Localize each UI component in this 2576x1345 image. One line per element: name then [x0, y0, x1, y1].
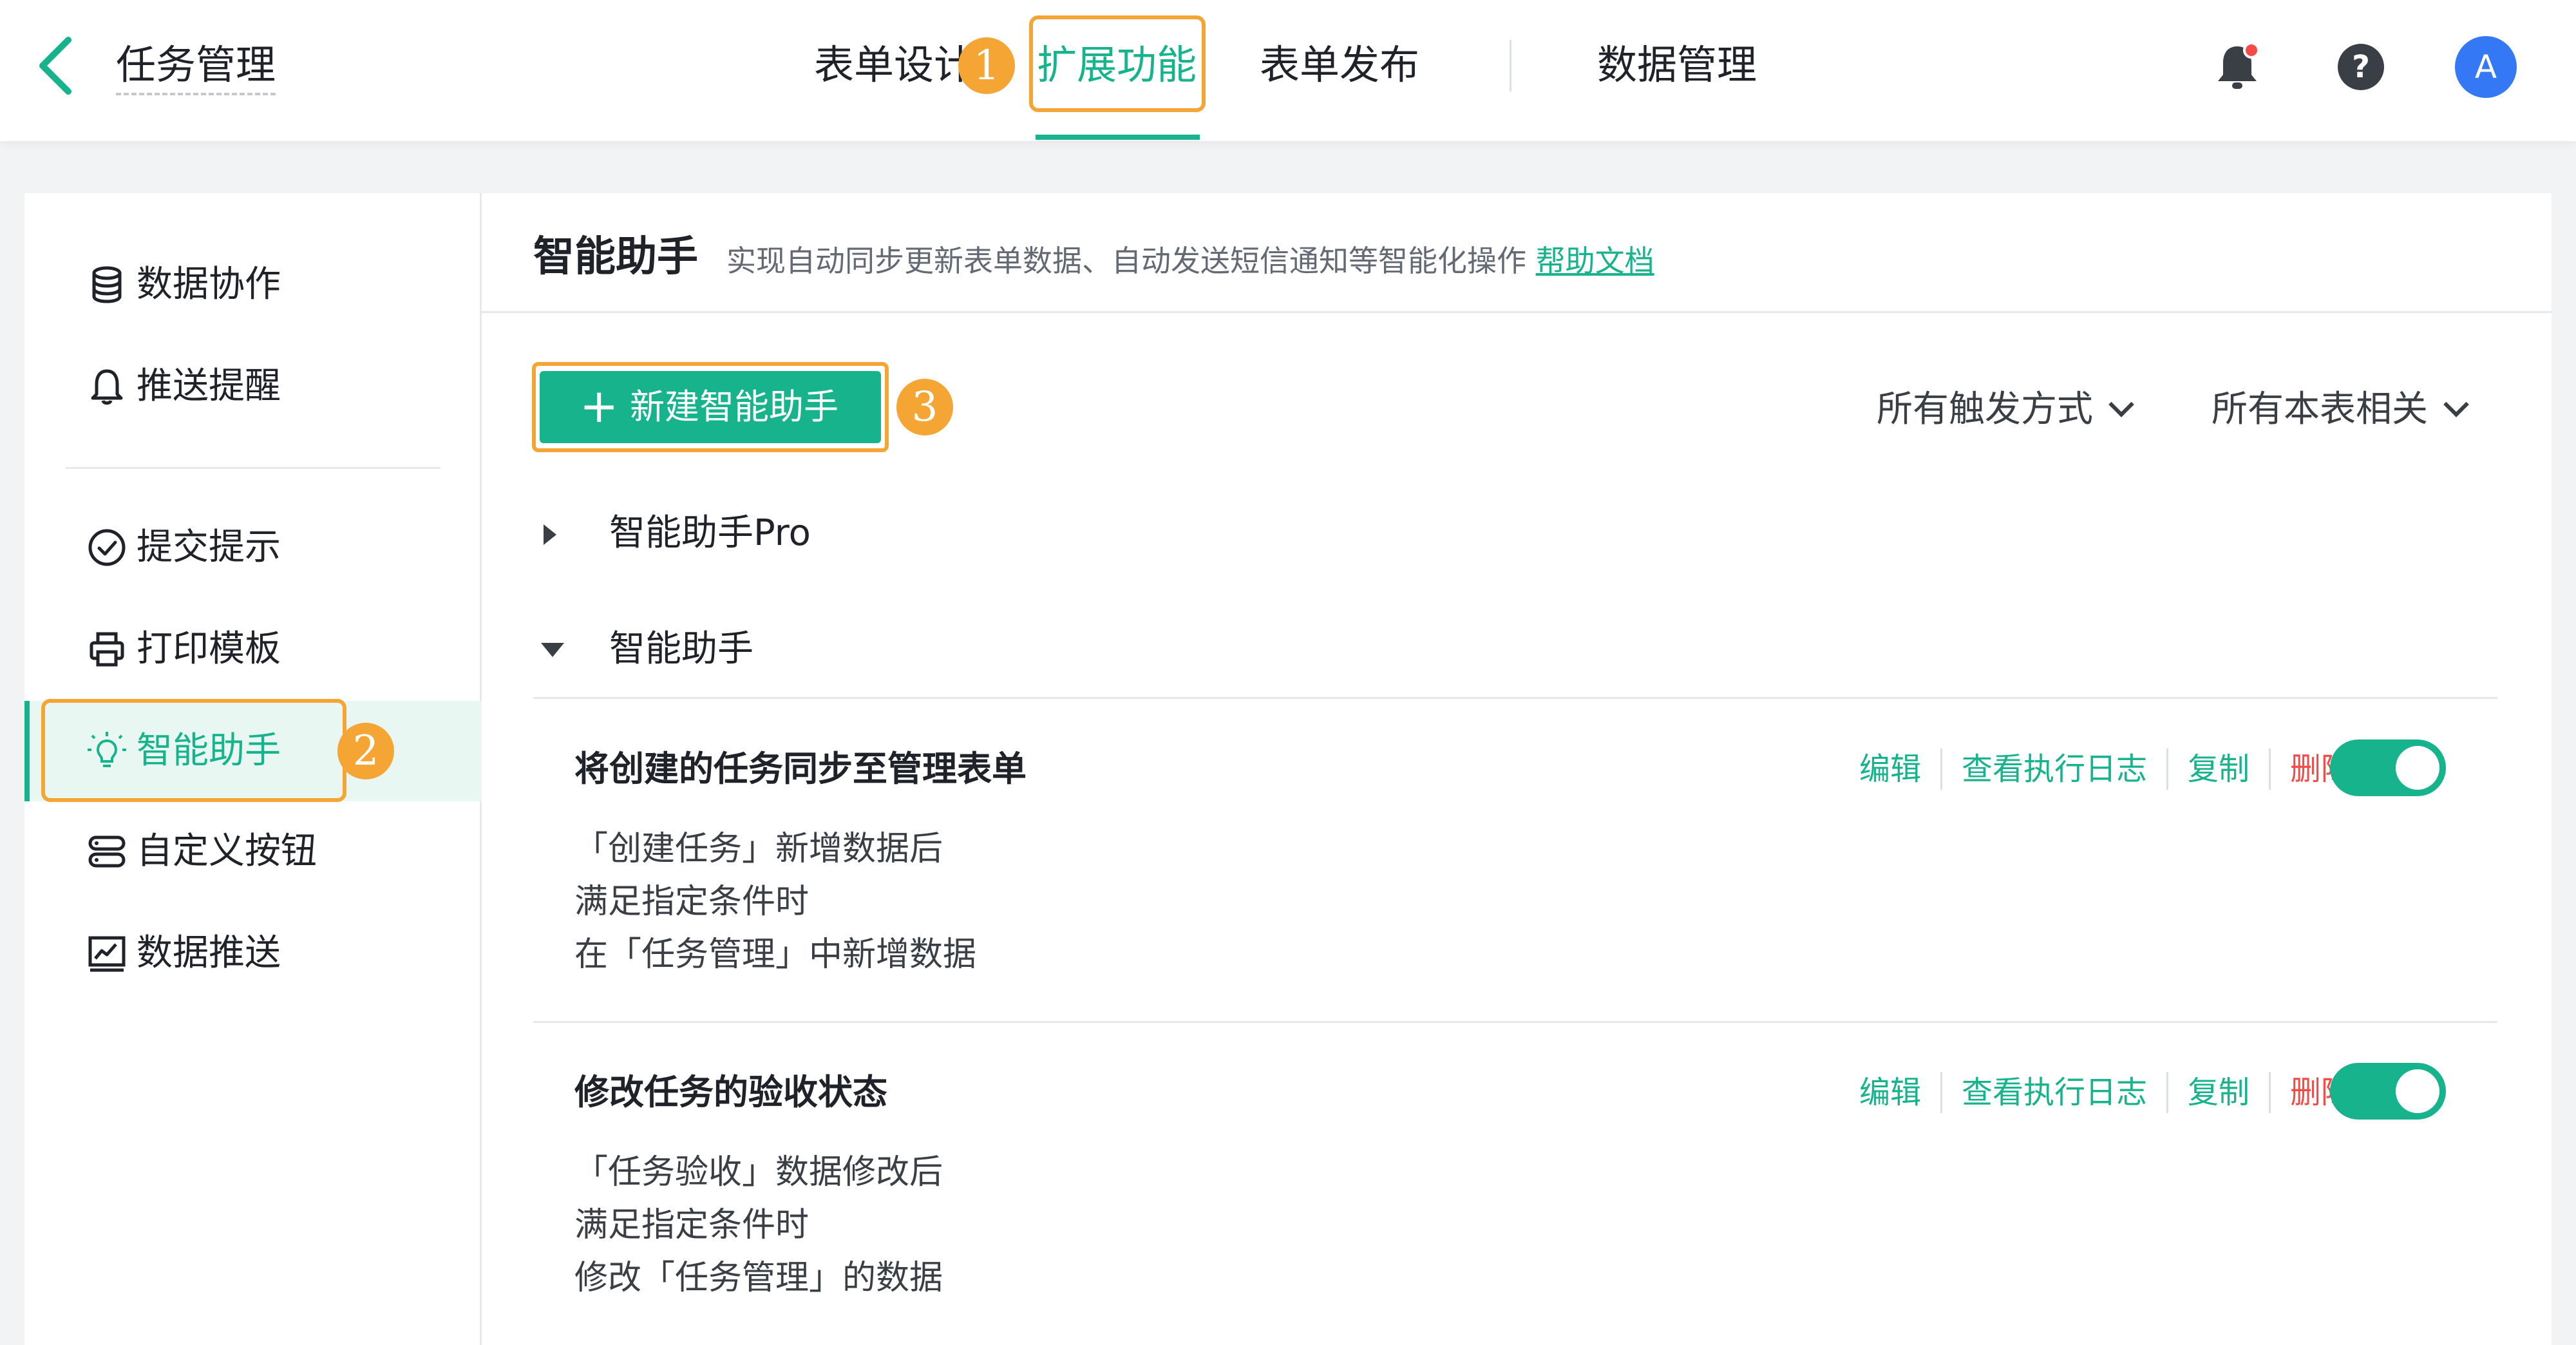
annotation-badge-1: 1	[958, 37, 1015, 94]
sidebar-item-label: 自定义按钮	[137, 830, 317, 872]
assistant-enable-toggle[interactable]	[2330, 739, 2446, 796]
chevron-down-icon	[2443, 392, 2469, 417]
sidebar: 数据协作 推送提醒 提交提示 打印模板 智能助手 2 自定义按钮 数据推送	[24, 193, 482, 1345]
edit-button[interactable]: 编辑	[1840, 1072, 1940, 1113]
divider	[533, 1021, 2497, 1023]
help-icon[interactable]: ?	[2336, 43, 2385, 91]
sidebar-item-label: 数据协作	[137, 263, 281, 305]
top-header: 任务管理 表单设计 1 扩展功能 表单发布 数据管理 ? A	[0, 0, 2576, 141]
page-description: 实现自动同步更新表单数据、自动发送短信通知等智能化操作 帮助文档	[726, 240, 1654, 282]
related-filter-label: 所有本表相关	[2211, 388, 2428, 430]
new-smart-assistant-button[interactable]: + 新建智能助手	[540, 371, 881, 443]
view-log-button[interactable]: 查看执行日志	[1940, 749, 2166, 790]
tab-highlight-box	[1029, 15, 1206, 112]
database-icon	[92, 266, 122, 303]
assistant-condition-line: 满足指定条件时	[574, 1206, 810, 1245]
sidebar-item-print-template[interactable]: 打印模板	[24, 604, 482, 694]
sidebar-item-label: 提交提示	[137, 526, 281, 568]
trigger-filter-dropdown[interactable]: 所有触发方式	[1877, 383, 2134, 437]
sidebar-item-submit-tip[interactable]: 提交提示	[24, 502, 482, 593]
assistant-title: 将创建的任务同步至管理表单	[574, 749, 1027, 789]
app-title[interactable]: 任务管理	[116, 37, 276, 95]
chevron-down-icon	[2108, 392, 2134, 417]
caret-right-icon	[544, 524, 556, 545]
tab-form-design[interactable]: 表单设计	[814, 36, 974, 94]
page-title: 智能助手	[533, 233, 698, 281]
group-label: 智能助手Pro	[609, 512, 811, 554]
assistant-condition-line: 满足指定条件时	[574, 882, 810, 921]
tab-divider	[1510, 40, 1511, 91]
assistant-trigger-line: 「任务验收」数据修改后	[574, 1153, 943, 1192]
group-label: 智能助手	[609, 628, 753, 670]
back-arrow-icon[interactable]	[31, 33, 82, 98]
tab-data-management[interactable]: 数据管理	[1597, 36, 1757, 94]
assistant-action-line: 在「任务管理」中新增数据	[574, 935, 977, 974]
sidebar-item-data-push[interactable]: 数据推送	[24, 908, 482, 998]
help-doc-link[interactable]: 帮助文档	[1536, 243, 1654, 278]
edit-button[interactable]: 编辑	[1840, 749, 1940, 790]
plus-icon: +	[580, 379, 619, 433]
sidebar-item-data-collab[interactable]: 数据协作	[24, 240, 482, 330]
main-header: 智能助手 实现自动同步更新表单数据、自动发送短信通知等智能化操作 帮助文档	[482, 193, 2552, 313]
assistant-actions: 编辑 查看执行日志 复制 删除	[1840, 743, 2371, 795]
view-log-button[interactable]: 查看执行日志	[1940, 1072, 2166, 1113]
sidebar-item-push-reminder[interactable]: 推送提醒	[24, 341, 482, 432]
copy-button[interactable]: 复制	[2166, 749, 2269, 790]
sidebar-item-label: 数据推送	[137, 932, 281, 974]
printer-icon	[90, 632, 124, 667]
assistant-action-line: 修改「任务管理」的数据	[574, 1259, 943, 1297]
related-filter-dropdown[interactable]: 所有本表相关	[2211, 383, 2469, 437]
sidebar-highlight-box	[41, 699, 346, 802]
annotation-badge-3: 3	[896, 379, 953, 435]
user-avatar[interactable]: A	[2455, 36, 2517, 98]
sidebar-item-label: 推送提醒	[137, 365, 281, 407]
assistant-title: 修改任务的验收状态	[574, 1072, 887, 1112]
trigger-filter-label: 所有触发方式	[1877, 388, 2093, 430]
annotation-badge-2: 2	[337, 723, 394, 779]
sidebar-item-custom-button[interactable]: 自定义按钮	[24, 806, 482, 897]
chart-icon	[88, 936, 126, 972]
sidebar-divider	[66, 467, 440, 469]
check-circle-icon	[88, 529, 126, 566]
bell-icon	[91, 369, 123, 405]
sidebar-item-label: 打印模板	[137, 628, 281, 670]
divider	[533, 697, 2497, 699]
new-button-label: 新建智能助手	[630, 386, 838, 427]
notification-bell-icon[interactable]	[2213, 41, 2262, 93]
active-tab-indicator	[1036, 135, 1200, 140]
assistant-trigger-line: 「创建任务」新增数据后	[574, 830, 943, 868]
caret-down-icon	[541, 643, 564, 657]
description-text: 实现自动同步更新表单数据、自动发送短信通知等智能化操作	[726, 243, 1526, 278]
main-panel: 智能助手 实现自动同步更新表单数据、自动发送短信通知等智能化操作 帮助文档 + …	[482, 193, 2552, 1345]
group-smart-assistant[interactable]: 智能助手	[540, 618, 1312, 683]
assistant-actions: 编辑 查看执行日志 复制 删除	[1840, 1067, 2371, 1118]
copy-button[interactable]: 复制	[2166, 1072, 2269, 1113]
assistant-enable-toggle[interactable]	[2330, 1063, 2446, 1120]
tab-form-publish[interactable]: 表单发布	[1260, 36, 1419, 94]
custom-button-icon	[88, 835, 126, 868]
group-smart-assistant-pro[interactable]: 智能助手Pro	[540, 502, 1312, 567]
svg-text:?: ?	[2352, 49, 2370, 85]
